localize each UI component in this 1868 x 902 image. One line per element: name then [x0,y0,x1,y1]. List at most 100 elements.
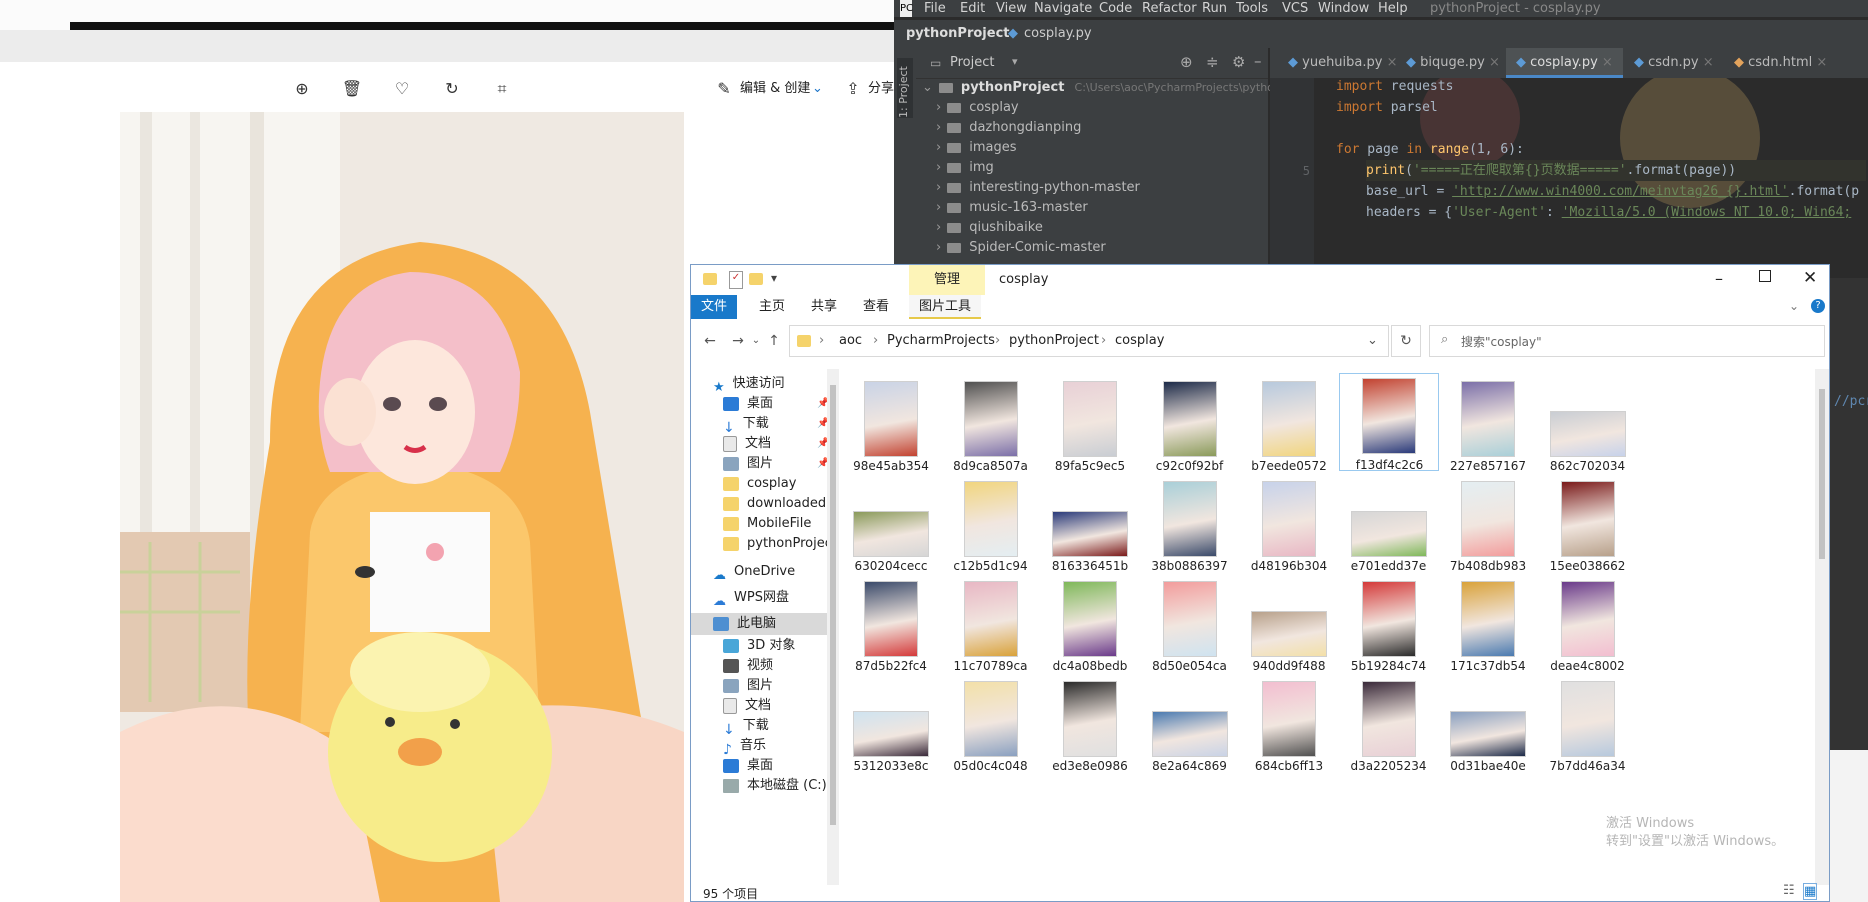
address-dropdown-icon[interactable]: ⌄ [1367,332,1378,350]
content-scrollbar[interactable] [1815,369,1829,885]
back-icon[interactable]: ← [699,332,721,350]
tree-item[interactable]: › qiushibaike [936,218,1043,238]
maximize-icon[interactable] [1759,270,1771,282]
tab-picture-tools[interactable]: 图片工具 [909,295,982,319]
project-tool-button[interactable]: 1: Project [897,58,913,118]
collapse-icon[interactable]: ≑ [1206,53,1219,71]
details-view-icon[interactable]: ☷ [1783,883,1795,898]
tree-item[interactable]: › cosplay [936,98,1019,118]
tree-item[interactable]: › music-163-master [936,198,1088,218]
menu-view[interactable]: View [996,0,1027,17]
file-item[interactable]: 5312033e8c [841,677,941,795]
tree-root[interactable]: ⌄ pythonProject C:\Users\aoc\PycharmProje… [922,78,1319,98]
locate-icon[interactable]: ⊕ [1180,53,1193,71]
nav-pictures-pc[interactable]: 图片 [723,675,773,697]
nav-music[interactable]: ♪ 音乐 [723,735,766,758]
nav-onedrive[interactable]: ☁ OneDrive [713,561,795,583]
menu-vcs[interactable]: VCS [1282,0,1308,17]
file-item[interactable]: 0d31bae40e [1438,677,1538,795]
help-icon[interactable]: ? [1811,299,1825,313]
tree-item[interactable]: › Spider-Comic-master [936,238,1106,258]
share-button[interactable]: 分享 [868,78,894,100]
file-item[interactable]: 05d0c4c048 [941,677,1041,795]
menu-file[interactable]: File [924,0,946,17]
nav-desktop-pc[interactable]: 桌面 [723,755,773,777]
new-folder-icon[interactable] [749,273,763,285]
properties-icon[interactable]: ✓ [729,271,743,289]
rotate-icon[interactable]: ↻ [441,78,463,100]
nav-pictures[interactable]: 图片 📌 [723,453,829,475]
crop-icon[interactable]: ⌗ [491,78,513,100]
tab-share[interactable]: 共享 [801,295,847,319]
nav-3d-objects[interactable]: 3D 对象 [723,635,795,657]
file-item[interactable]: ed3e8e0986 [1040,677,1140,795]
tab-file[interactable]: 文件 [691,295,738,319]
up-icon[interactable]: ↑ [763,332,785,350]
ribbon-expand-icon[interactable]: ⌄ [1789,299,1799,313]
large-icons-view-icon[interactable]: ▦ [1803,883,1818,900]
nav-downloads[interactable]: ↓ 下载 📌 [723,413,829,436]
nav-documents[interactable]: 文档 📌 [723,433,829,455]
tab-biquge[interactable]: ◆ biquge.py × [1396,48,1510,78]
breadcrumb-file[interactable]: cosplay.py [1024,26,1092,41]
nav-scrollbar[interactable] [827,369,839,885]
file-item[interactable]: d3a2205234 [1339,677,1439,795]
tab-csdn-py[interactable]: ◆ csdn.py × [1624,48,1724,78]
edit-create-icon[interactable]: ✎ [713,78,735,100]
tree-item[interactable]: › interesting-python-master [936,178,1140,198]
nav-this-pc[interactable]: 此电脑 [713,613,776,635]
file-item[interactable]: 7b7dd46a34 [1538,677,1638,795]
nav-mobilefile[interactable]: MobileFile [723,513,811,535]
share-icon[interactable]: ⇪ [842,78,864,100]
nav-downloaded[interactable]: downloaded [723,493,826,515]
project-view-selector[interactable]: Project [950,55,994,70]
hide-panel-icon[interactable]: – [1254,52,1262,70]
nav-pythonproject[interactable]: pythonProject [723,533,837,555]
nav-cosplay[interactable]: cosplay [723,473,796,495]
menu-window[interactable]: Window [1318,0,1369,17]
tree-item[interactable]: › dazhongdianping [936,118,1081,138]
nav-local-disk[interactable]: 本地磁盘 (C:) [723,775,827,797]
file-item[interactable]: f13df4c2c6 [1338,373,1439,472]
tab-view[interactable]: 查看 [853,295,899,319]
nav-quick-access[interactable]: ★ 快速访问 [713,373,785,395]
nav-videos[interactable]: 视频 [723,655,773,677]
menu-help[interactable]: Help [1378,0,1408,17]
menu-tools[interactable]: Tools [1236,0,1268,17]
breadcrumb-pythonproject[interactable]: pythonProject [1009,332,1099,350]
refresh-icon[interactable]: ↻ [1391,325,1421,357]
menu-navigate[interactable]: Navigate [1034,0,1092,17]
menu-refactor[interactable]: Refactor [1142,0,1197,17]
menu-run[interactable]: Run [1202,0,1227,17]
nav-desktop[interactable]: 桌面 📌 [723,393,829,415]
tab-cosplay[interactable]: ◆ cosplay.py × [1506,48,1623,78]
nav-documents-pc[interactable]: 文档 [723,695,771,717]
quick-access-dropdown-icon[interactable]: ▾ [771,271,777,285]
content-scroll-thumb[interactable] [1819,389,1825,559]
breadcrumb-aoc[interactable]: aoc [839,332,862,350]
close-icon[interactable]: ✕ [1803,268,1817,288]
manage-tab[interactable]: 管理 [909,265,985,295]
nav-scroll-thumb[interactable] [830,385,836,825]
tab-yuehuiba[interactable]: ◆ yuehuiba.py × [1278,48,1408,78]
tree-item[interactable]: › images [936,138,1016,158]
nav-downloads-pc[interactable]: ↓ 下载 [723,715,769,738]
breadcrumb-project[interactable]: pythonProject [906,26,1010,41]
heart-icon[interactable]: ♡ [391,78,413,100]
tab-csdn-html[interactable]: ◆ csdn.html × [1724,48,1837,78]
minimize-icon[interactable]: – [1715,269,1723,288]
delete-icon[interactable]: 🗑 [341,78,363,100]
edit-create-button[interactable]: 编辑 & 创建 [740,78,810,100]
file-item[interactable]: 684cb6ff13 [1239,677,1339,795]
menu-edit[interactable]: Edit [960,0,985,17]
tab-home[interactable]: 主页 [749,295,795,319]
breadcrumb-pycharmprojects[interactable]: PycharmProjects [887,332,995,350]
tree-item[interactable]: › img [936,158,994,178]
dropdown-arrow-icon[interactable]: ▾ [1012,55,1018,68]
nav-wps[interactable]: ☁ WPS网盘 [713,587,789,609]
file-item[interactable]: 8e2a64c869 [1140,677,1240,795]
zoom-in-icon[interactable]: ⊕ [291,78,313,100]
chevron-down-icon[interactable]: ⌄ [812,78,823,100]
menu-code[interactable]: Code [1099,0,1132,17]
breadcrumb-cosplay[interactable]: cosplay [1115,332,1164,350]
